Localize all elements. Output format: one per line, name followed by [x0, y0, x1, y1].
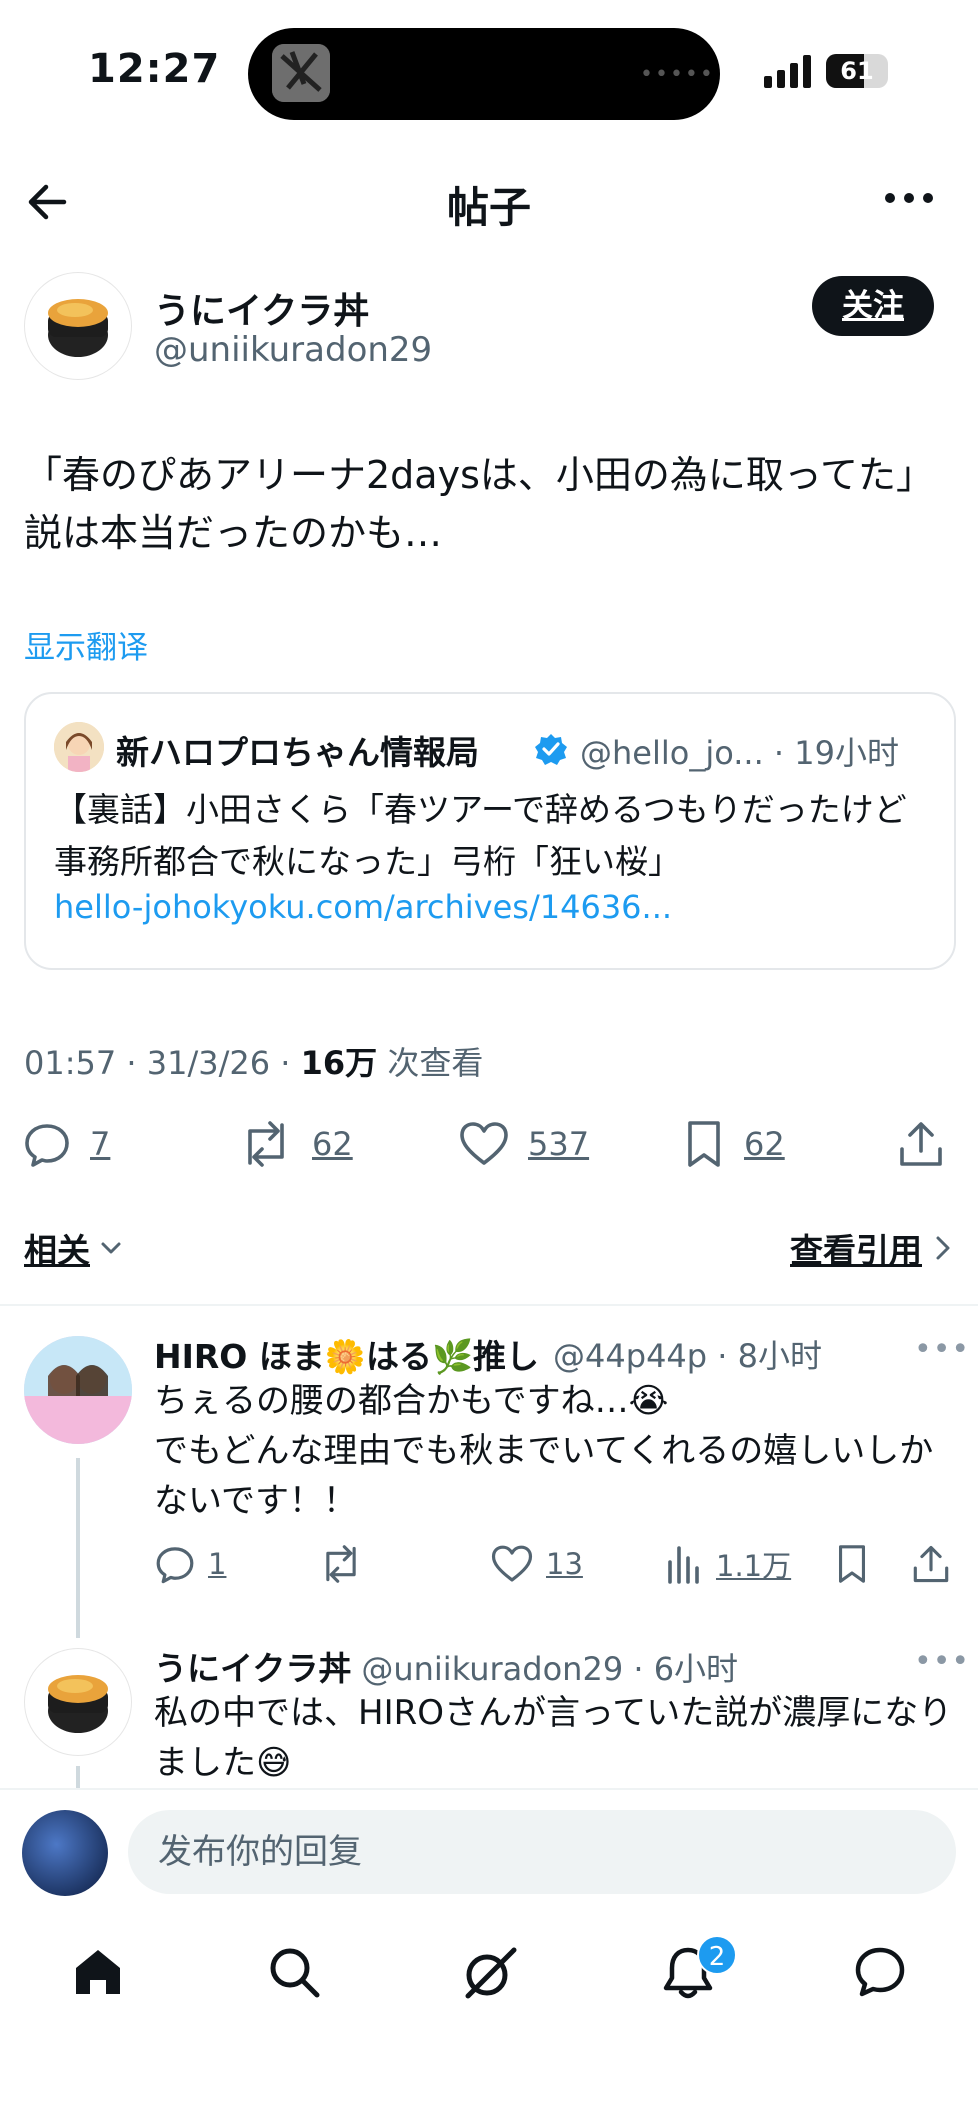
reply-meta: @uniikuradon29 · 6小时: [361, 1650, 739, 1688]
heart-icon: [460, 1122, 508, 1165]
thread-line: [76, 1458, 80, 1638]
notifications-badge: 2: [697, 1935, 737, 1975]
analytics-icon: [668, 1546, 699, 1584]
bookmark-icon: [688, 1121, 720, 1167]
section-divider: [0, 1304, 978, 1306]
reply-view-count: 1.1万: [716, 1549, 792, 1583]
quote-link[interactable]: hello-johokyoku.com/archives/14636...: [54, 888, 672, 926]
share-icon: [900, 1122, 942, 1166]
bookmark-count: 62: [744, 1125, 785, 1163]
author-avatar[interactable]: [24, 272, 132, 380]
status-time: 12:27: [88, 46, 221, 92]
quote-avatar: [54, 722, 104, 772]
verified-badge-icon: [534, 732, 568, 766]
follow-button[interactable]: 关注: [812, 276, 934, 336]
post-text: 「春のぴあアリーナ2daysは、小田の為に取ってた」説は本当だったのかも…: [24, 453, 934, 555]
chevron-down-icon: [101, 1242, 121, 1254]
repost-count: 62: [312, 1125, 353, 1163]
like-action[interactable]: 537: [458, 1118, 589, 1170]
show-translation-link[interactable]: 显示翻译: [24, 622, 148, 667]
page-title: 帖子: [446, 183, 531, 232]
quote-text: 【裏話】小田さくら「春ツアーで辞めるつもりだったけど事務所都合で秋になった」弓桁…: [54, 790, 907, 881]
reply-repost-action[interactable]: [318, 1540, 364, 1588]
reply-more-icon[interactable]: •••: [914, 1644, 970, 1679]
reply-icon: [156, 1547, 194, 1584]
search-icon[interactable]: [266, 1944, 322, 2000]
related-dropdown[interactable]: 相关: [24, 1224, 124, 1272]
reply-author-row[interactable]: HIRO ほま🌼はる🌿推し @44p44p · 8小时: [154, 1330, 822, 1378]
reply-author-name: うにイクラ丼: [154, 1649, 352, 1688]
view-quotes-label: 查看引用: [790, 1231, 922, 1270]
author-handle[interactable]: @uniikuradon29: [154, 330, 432, 370]
reply-author-name: HIRO ほま🌼はる🌿推し: [154, 1337, 540, 1376]
heart-icon: [491, 1545, 533, 1582]
reply-like-action[interactable]: 13: [490, 1540, 583, 1588]
battery-level: 61: [840, 57, 874, 85]
reply-icon: [25, 1124, 69, 1167]
reply-action[interactable]: 7: [22, 1118, 110, 1170]
post-timestamp: 01:57 · 31/3/26 ·: [24, 1044, 301, 1082]
battery-icon: 61: [826, 54, 888, 88]
share-action[interactable]: [898, 1118, 944, 1170]
more-horizontal-icon[interactable]: [884, 192, 934, 204]
reply-like-count: 13: [546, 1547, 583, 1581]
repost-icon: [326, 1545, 356, 1583]
share-icon: [913, 1545, 949, 1583]
reply-avatar[interactable]: [24, 1336, 132, 1444]
reply-more-icon[interactable]: •••: [914, 1332, 970, 1367]
reply-bookmark-action[interactable]: [834, 1540, 870, 1588]
signal-icon: [764, 54, 814, 88]
chat-icon[interactable]: [852, 1944, 908, 2000]
island-thumbnail: [272, 44, 330, 102]
repost-action[interactable]: 62: [238, 1118, 353, 1170]
quote-author-name: 新ハロプロちゃん情報局: [116, 733, 479, 772]
post-meta: 01:57 · 31/3/26 · 16万 次查看: [24, 1038, 483, 1084]
reply-author-row[interactable]: うにイクラ丼 @uniikuradon29 · 6小时: [154, 1642, 738, 1690]
like-count: 537: [528, 1125, 590, 1163]
reply-reply-count: 1: [208, 1547, 227, 1581]
reply-text: 私の中では、HIROさんが言っていた説が濃厚になりました😅: [154, 1693, 953, 1783]
thread-line: [76, 1766, 80, 1790]
related-label: 相关: [24, 1231, 90, 1270]
island-dots: •••••: [640, 62, 715, 87]
reply-share-action[interactable]: [912, 1540, 950, 1588]
reply-meta: @44p44p · 8小时: [553, 1337, 822, 1375]
reply-text: ちぇるの腰の都合かもですね…😭 でもどんな理由でも秋までいてくれるの嬉しいしかな…: [154, 1381, 934, 1521]
home-icon[interactable]: [70, 1944, 126, 2000]
bookmark-action[interactable]: 62: [682, 1118, 785, 1170]
quote-meta: @hello_jo... · 19小时: [580, 734, 899, 772]
view-count-label: 次查看: [377, 1044, 484, 1082]
reply-avatar[interactable]: [24, 1648, 132, 1756]
current-user-avatar[interactable]: [22, 1810, 108, 1896]
chevron-right-icon: [936, 1236, 950, 1260]
reply-reply-action[interactable]: 1: [154, 1540, 226, 1588]
bookmark-icon: [838, 1545, 866, 1583]
reply-views-action[interactable]: 1.1万: [664, 1540, 791, 1588]
view-count: 16万: [300, 1044, 378, 1082]
reply-count: 7: [90, 1125, 111, 1163]
grok-icon[interactable]: [460, 1944, 518, 2002]
composer-divider: [0, 1788, 978, 1790]
view-quotes-link[interactable]: 查看引用: [790, 1224, 954, 1272]
reply-input[interactable]: 发布你的回复: [128, 1810, 956, 1894]
author-name[interactable]: うにイクラ丼: [154, 282, 369, 334]
repost-icon: [248, 1121, 284, 1167]
